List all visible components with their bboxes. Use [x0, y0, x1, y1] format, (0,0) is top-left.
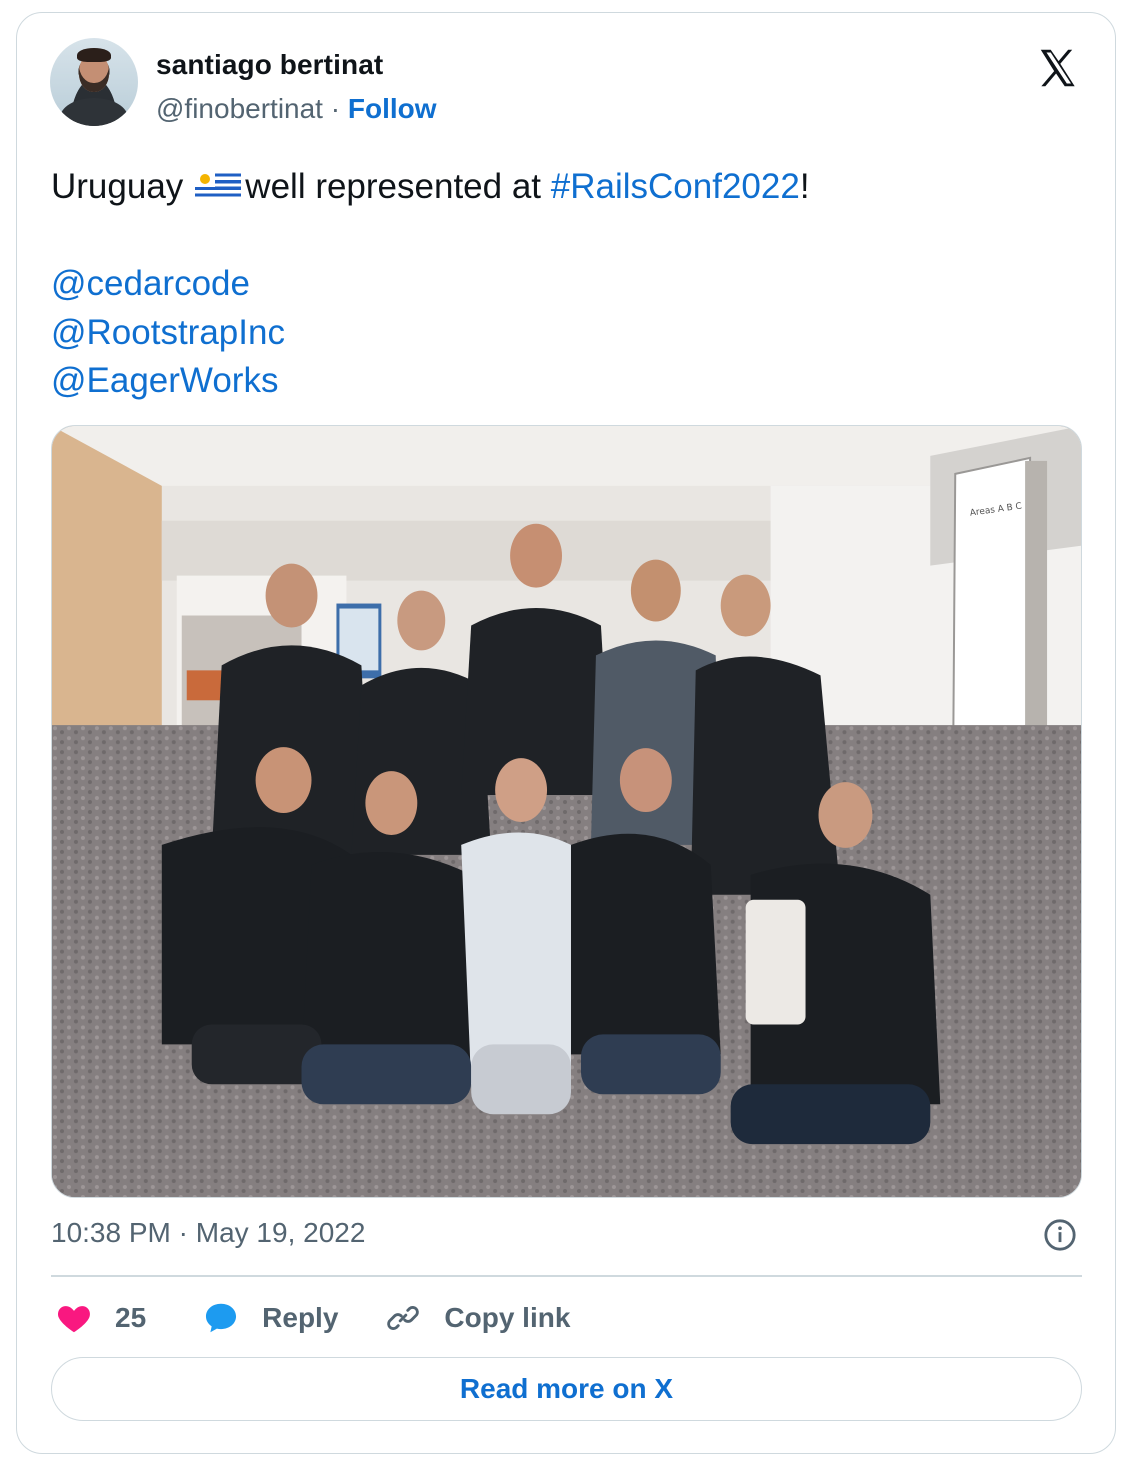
tweet-text-middle: well represented at	[245, 167, 551, 206]
like-button[interactable]: 25	[55, 1299, 146, 1337]
copy-link-button[interactable]: Copy link	[384, 1299, 570, 1337]
mention-rootstrapinc[interactable]: @RootstrapInc	[51, 309, 285, 358]
reply-bubble-icon	[206, 1303, 237, 1333]
author-display-name[interactable]: santiago bertinat	[156, 49, 383, 81]
tweet-text-end: !	[799, 167, 810, 206]
follow-button[interactable]: Follow	[348, 93, 437, 124]
avatar-shirt	[60, 98, 128, 126]
read-more-button[interactable]: Read more on X	[51, 1357, 1082, 1421]
heart-icon	[58, 1306, 90, 1333]
info-icon[interactable]	[1043, 1218, 1077, 1252]
reply-label: Reply	[262, 1302, 339, 1333]
tweet-time: 10:38 PM	[51, 1217, 171, 1248]
link-icon	[387, 1305, 420, 1331]
tweet-text: Uruguay well represented at #RailsConf202…	[51, 163, 810, 211]
like-count: 25	[115, 1302, 147, 1333]
tweet-timestamp[interactable]: 10:38 PM · May 19, 2022	[51, 1217, 365, 1249]
x-logo-icon[interactable]	[1035, 45, 1081, 91]
timestamp-separator: ·	[178, 1217, 188, 1248]
handle-separator: ·	[330, 93, 341, 124]
mention-eagerworks[interactable]: @EagerWorks	[51, 357, 285, 406]
actions-divider	[51, 1275, 1082, 1277]
mentions-list: @cedarcode @RootstrapInc @EagerWorks	[51, 260, 285, 406]
hashtag-link[interactable]: #RailsConf2022	[551, 167, 800, 206]
tweet-photo[interactable]: Areas A B C	[51, 425, 1082, 1198]
tweet-card: santiago bertinat @finobertinat · Follow…	[16, 12, 1116, 1454]
mention-cedarcode[interactable]: @cedarcode	[51, 260, 285, 309]
author-avatar[interactable]	[50, 38, 138, 126]
action-bar: 25 Reply Copy link	[55, 1296, 570, 1340]
group-photo-image: Areas A B C	[52, 426, 1081, 1197]
author-handle[interactable]: @finobertinat	[156, 93, 323, 124]
tweet-text-start: Uruguay	[51, 167, 184, 206]
author-handle-row: @finobertinat · Follow	[156, 93, 437, 125]
avatar-hair	[77, 48, 111, 62]
reply-button[interactable]: Reply	[202, 1299, 338, 1337]
copy-link-label: Copy link	[444, 1302, 571, 1333]
tweet-date: May 19, 2022	[195, 1217, 366, 1248]
uruguay-flag-icon	[195, 169, 242, 200]
